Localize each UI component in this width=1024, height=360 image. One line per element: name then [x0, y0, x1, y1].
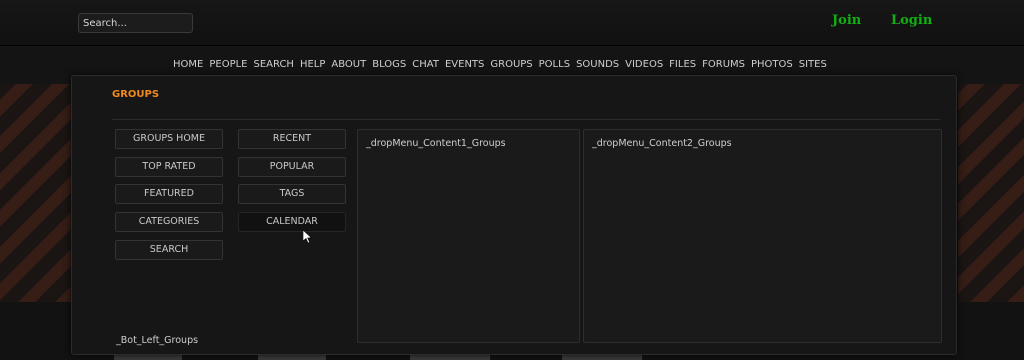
nav-item-sounds[interactable]: SOUNDS	[573, 59, 622, 70]
top-rated-button[interactable]: TOP RATED	[115, 157, 223, 177]
nav-item-chat[interactable]: CHAT	[409, 59, 442, 70]
dropdown-content-1: _dropMenu_Content1_Groups	[357, 129, 580, 343]
dropdown-content-2: _dropMenu_Content2_Groups	[583, 129, 942, 343]
divider	[112, 119, 940, 120]
nav-item-help[interactable]: HELP	[297, 59, 328, 70]
nav-item-about[interactable]: ABOUT	[328, 59, 369, 70]
page: Join Login HOME PEOPLE SEARCH HELP ABOUT…	[0, 0, 1024, 360]
calendar-button[interactable]: CALENDAR	[238, 212, 346, 232]
recent-button[interactable]: RECENT	[238, 129, 346, 149]
content-1-text: _dropMenu_Content1_Groups	[366, 138, 506, 149]
login-link[interactable]: Login	[891, 13, 932, 28]
featured-button[interactable]: FEATURED	[115, 184, 223, 204]
nav-item-blogs[interactable]: BLOGS	[369, 59, 409, 70]
nav-item-forums[interactable]: FORUMS	[699, 59, 748, 70]
content-2-text: _dropMenu_Content2_Groups	[592, 138, 732, 149]
nav-item-groups[interactable]: GROUPS	[487, 59, 535, 70]
nav-item-videos[interactable]: VIDEOS	[622, 59, 666, 70]
dropdown-title: GROUPS	[112, 89, 160, 100]
tags-button[interactable]: TAGS	[238, 184, 346, 204]
search-button[interactable]: SEARCH	[115, 240, 223, 260]
nav-item-polls[interactable]: POLLS	[536, 59, 573, 70]
nav-item-photos[interactable]: PHOTOS	[748, 59, 796, 70]
top-header: Join Login	[0, 0, 1024, 46]
background-stripes-left	[0, 84, 72, 302]
popular-button[interactable]: POPULAR	[238, 157, 346, 177]
categories-button[interactable]: CATEGORIES	[115, 212, 223, 232]
nav-item-search[interactable]: SEARCH	[250, 59, 296, 70]
search-input[interactable]	[78, 13, 193, 33]
groups-dropdown-panel: GROUPS GROUPS HOME TOP RATED FEATURED CA…	[71, 75, 957, 355]
nav-item-people[interactable]: PEOPLE	[206, 59, 250, 70]
nav-item-home[interactable]: HOME	[170, 59, 206, 70]
mouse-pointer-icon	[303, 230, 313, 244]
groups-home-button[interactable]: GROUPS HOME	[115, 129, 223, 149]
background-stripes-right	[958, 84, 1024, 302]
nav-item-events[interactable]: EVENTS	[442, 59, 487, 70]
bottom-left-text: _Bot_Left_Groups	[116, 335, 199, 346]
nav-item-files[interactable]: FILES	[666, 59, 699, 70]
nav-item-sites[interactable]: SITES	[796, 59, 830, 70]
join-link[interactable]: Join	[832, 13, 861, 28]
main-nav: HOME PEOPLE SEARCH HELP ABOUT BLOGS CHAT…	[170, 59, 830, 70]
